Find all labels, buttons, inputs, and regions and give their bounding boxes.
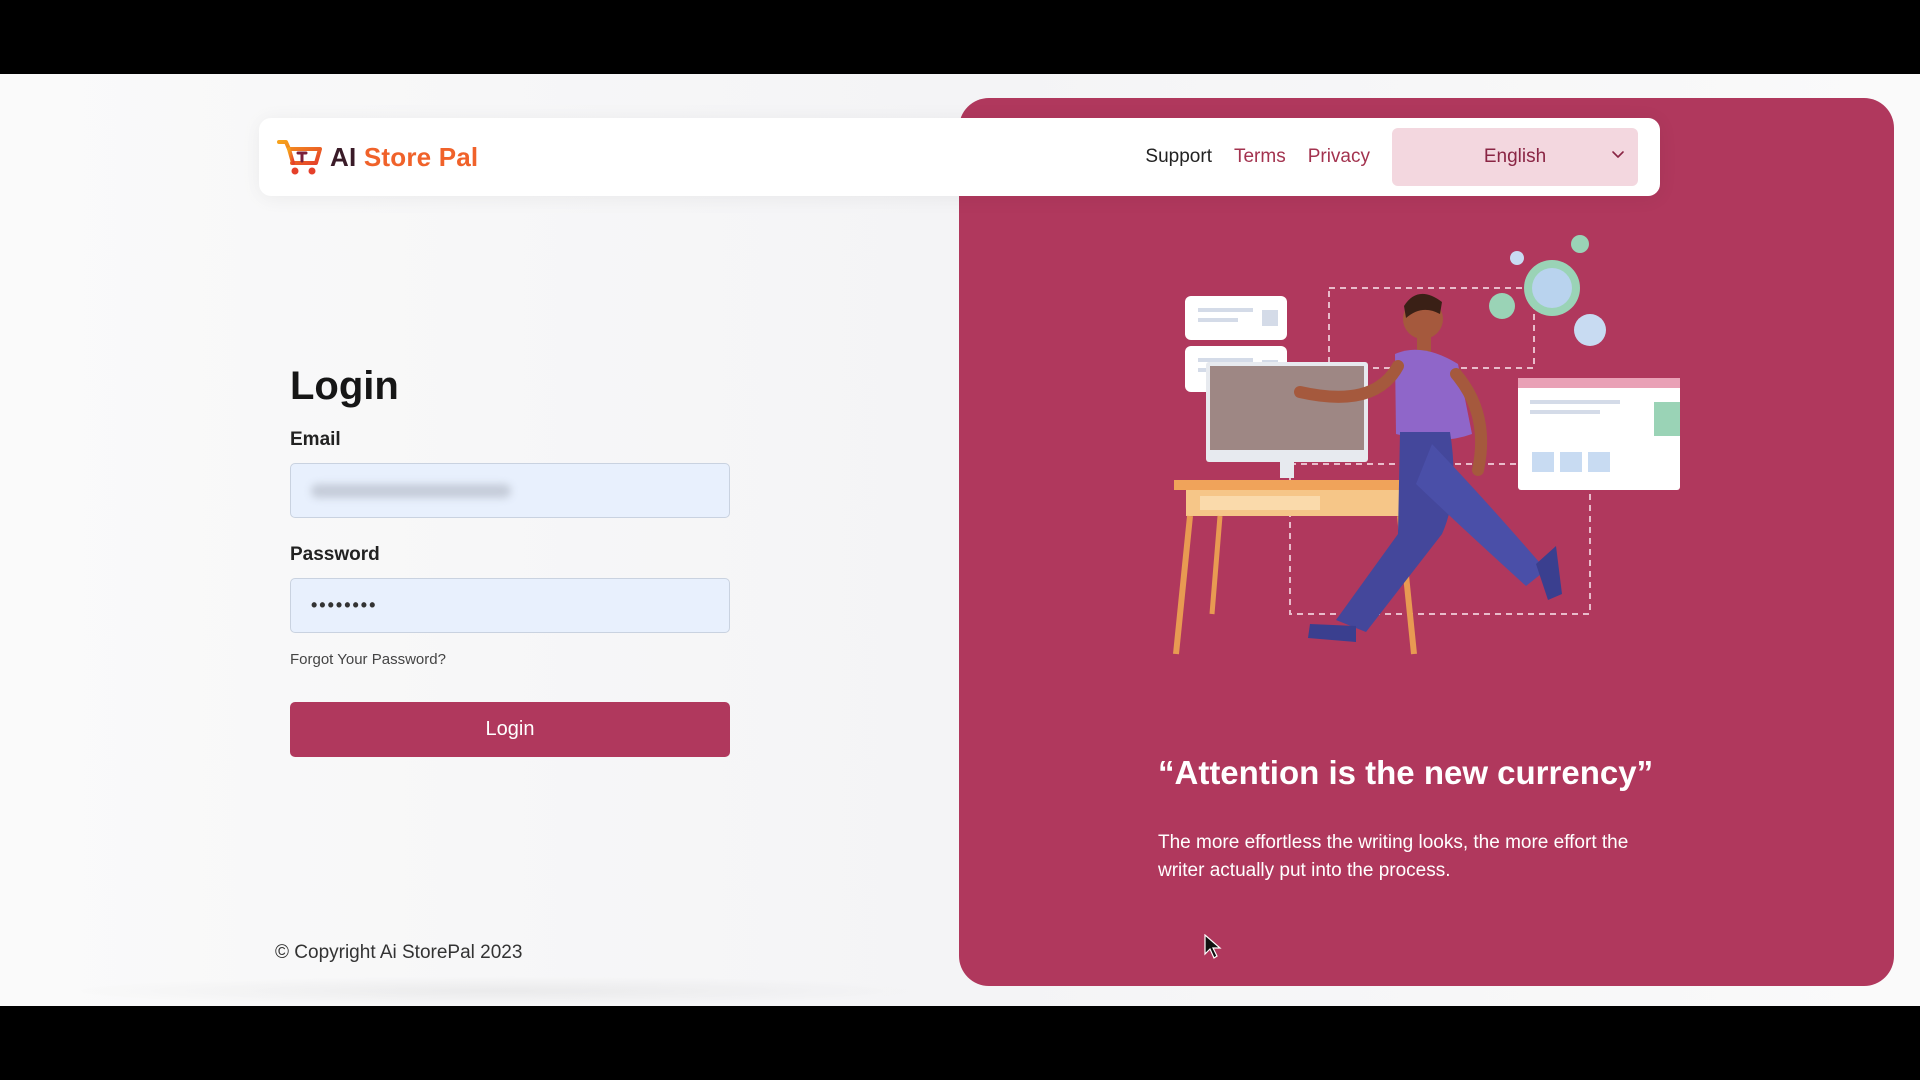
password-field[interactable]: •••••••• <box>290 578 730 633</box>
hero-quote: “Attention is the new currency” <box>1158 754 1654 791</box>
email-label: Email <box>290 429 341 450</box>
brand-store-pal: Store Pal <box>363 141 479 172</box>
brand-name: AI Store Pal <box>330 142 478 173</box>
login-button[interactable]: Login <box>290 702 730 757</box>
language-select-value: English <box>1483 146 1547 167</box>
forgot-password-link[interactable]: Forgot Your Password? <box>290 651 730 668</box>
email-field[interactable] <box>290 463 730 518</box>
person-at-desk-illustration <box>1173 235 1680 655</box>
login-form: Login Email Password •••••••• Forgot You… <box>290 364 730 757</box>
password-label: Password <box>290 544 380 565</box>
nav-privacy-link[interactable]: Privacy <box>1308 146 1370 168</box>
brand-logo[interactable]: AI Store Pal <box>276 137 478 177</box>
nav-links: Support Terms Privacy English <box>1145 128 1638 186</box>
nav-terms-link[interactable]: Terms <box>1234 146 1286 168</box>
top-navbar: AI Store Pal Support Terms Privacy Engli… <box>259 118 1660 196</box>
email-value-redacted <box>311 483 511 498</box>
footer-shadow <box>60 976 940 1006</box>
shopping-cart-icon <box>277 140 322 175</box>
language-select[interactable]: English <box>1392 128 1638 186</box>
brand-ai: AI <box>330 141 357 172</box>
chevron-down-icon <box>1612 151 1624 158</box>
nav-support-link[interactable]: Support <box>1145 146 1212 168</box>
login-title: Login <box>290 364 399 408</box>
mouse-cursor-icon <box>1204 934 1222 959</box>
copyright-text: © Copyright Ai StorePal 2023 <box>275 942 523 963</box>
hero-quote-body: The more effortless the writing looks, t… <box>1158 832 1629 881</box>
